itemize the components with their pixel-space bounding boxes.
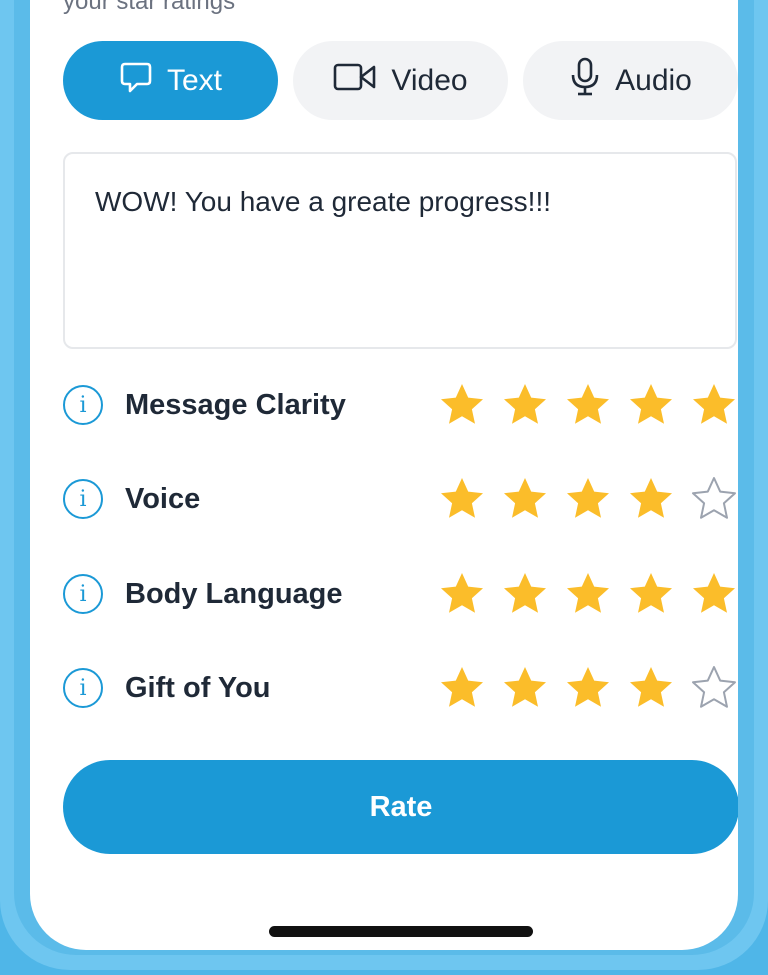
rating-label: Body Language	[125, 577, 343, 610]
tab-video[interactable]: Video	[293, 41, 508, 120]
star-filled-icon[interactable]	[438, 664, 486, 712]
star-rating[interactable]	[438, 664, 738, 712]
tab-label: Text	[166, 63, 223, 97]
instruction-text: your star ratings	[63, 0, 236, 15]
star-rating[interactable]	[438, 381, 738, 429]
star-filled-icon[interactable]	[627, 664, 675, 712]
video-camera-icon	[333, 61, 391, 101]
star-filled-icon[interactable]	[438, 570, 486, 618]
star-empty-icon[interactable]	[690, 664, 738, 712]
star-filled-icon[interactable]	[501, 570, 549, 618]
tab-label: Audio	[615, 63, 692, 97]
tab-audio[interactable]: Audio	[523, 41, 738, 120]
rating-row-voice: i Voice	[63, 469, 738, 529]
star-filled-icon[interactable]	[438, 475, 486, 523]
comment-icon	[119, 60, 167, 102]
microphone-icon	[569, 57, 615, 105]
info-icon[interactable]: i	[63, 479, 103, 519]
star-empty-icon[interactable]	[690, 475, 738, 523]
star-filled-icon[interactable]	[564, 381, 612, 429]
rating-row-body-language: i Body Language	[63, 564, 738, 624]
star-filled-icon[interactable]	[627, 381, 675, 429]
tab-text[interactable]: Text	[63, 41, 278, 120]
star-rating[interactable]	[438, 570, 738, 618]
rating-row-message-clarity: i Message Clarity	[63, 375, 738, 435]
star-filled-icon[interactable]	[627, 570, 675, 618]
rating-label: Gift of You	[125, 671, 271, 704]
star-filled-icon[interactable]	[564, 570, 612, 618]
star-filled-icon[interactable]	[564, 475, 612, 523]
info-icon[interactable]: i	[63, 668, 103, 708]
star-filled-icon[interactable]	[501, 381, 549, 429]
star-rating[interactable]	[438, 475, 738, 523]
star-filled-icon[interactable]	[627, 475, 675, 523]
star-filled-icon[interactable]	[564, 664, 612, 712]
star-filled-icon[interactable]	[501, 664, 549, 712]
rate-button[interactable]: Rate	[63, 760, 738, 854]
rating-label: Message Clarity	[125, 388, 346, 421]
star-filled-icon[interactable]	[690, 570, 738, 618]
home-indicator	[269, 926, 533, 937]
comment-textarea[interactable]: WOW! You have a greate progress!!!	[63, 152, 737, 349]
tab-label: Video	[391, 63, 468, 97]
star-filled-icon[interactable]	[690, 381, 738, 429]
rating-row-gift-of-you: i Gift of You	[63, 658, 738, 718]
info-icon[interactable]: i	[63, 385, 103, 425]
info-icon[interactable]: i	[63, 574, 103, 614]
rating-label: Voice	[125, 482, 201, 515]
star-filled-icon[interactable]	[501, 475, 549, 523]
star-filled-icon[interactable]	[438, 381, 486, 429]
app-screen: your star ratings Text Video Audio WOW! …	[30, 0, 738, 950]
